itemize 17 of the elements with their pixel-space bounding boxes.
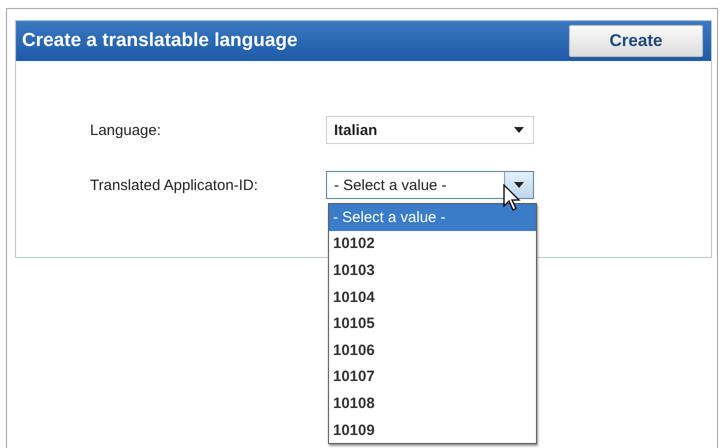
dropdown-option[interactable]: 10102 bbox=[329, 230, 536, 258]
select-field[interactable]: - Select a value - bbox=[326, 171, 534, 199]
caret-icon bbox=[514, 182, 524, 188]
field-label: Language: bbox=[90, 122, 162, 138]
dropdown-option[interactable]: 10108 bbox=[329, 390, 536, 417]
caret-icon bbox=[514, 127, 524, 133]
dropdown-option[interactable]: 10105 bbox=[329, 310, 536, 337]
dropdown-option[interactable]: 10107 bbox=[329, 364, 536, 390]
dropdown-option[interactable]: 10106 bbox=[329, 336, 536, 364]
dropdown-option[interactable]: 10109 bbox=[329, 416, 536, 444]
dropdown-option[interactable]: 10104 bbox=[329, 284, 536, 310]
dropdown-option[interactable]: 10103 bbox=[329, 257, 536, 284]
create-button[interactable]: Create bbox=[569, 25, 703, 57]
field-label: Translated Applicaton-ID: bbox=[90, 176, 259, 194]
panel-title: Create a translatable language bbox=[22, 30, 298, 52]
select-field[interactable]: Italian bbox=[326, 116, 534, 144]
dropdown-option[interactable]: - Select a value - bbox=[329, 204, 536, 231]
